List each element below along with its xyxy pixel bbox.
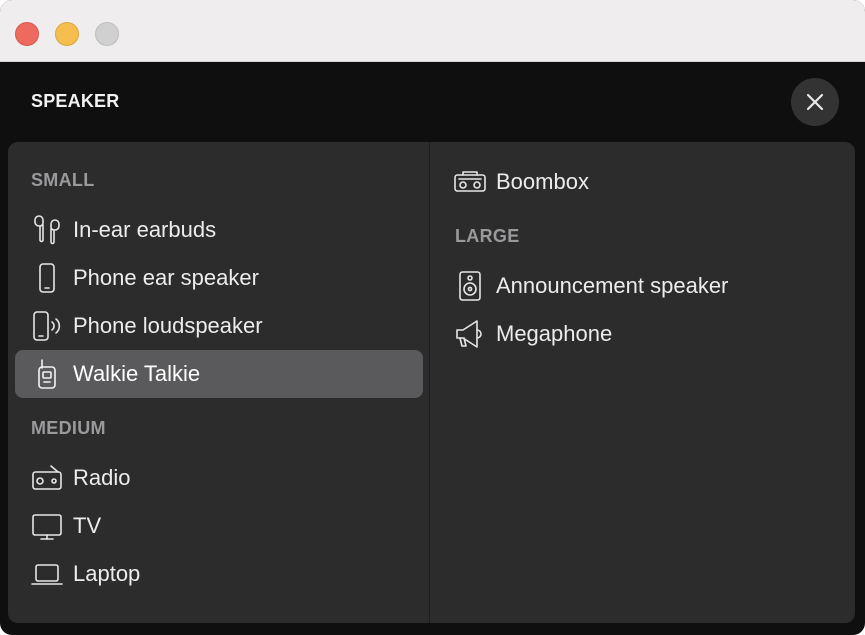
earbuds-icon xyxy=(31,214,63,246)
window-close-button[interactable] xyxy=(15,22,39,46)
list-item-radio[interactable]: Radio xyxy=(15,454,423,502)
list-item-label: Megaphone xyxy=(496,321,613,346)
list-item-label: In-ear earbuds xyxy=(73,217,217,242)
section-title-small: SMALL xyxy=(31,170,95,190)
list-item-boombox[interactable]: Boombox xyxy=(438,158,846,206)
list-item-label: Boombox xyxy=(496,169,589,194)
phone-icon xyxy=(31,262,63,294)
list-item-megaphone[interactable]: Megaphone xyxy=(438,310,846,358)
megaphone-icon xyxy=(454,318,486,350)
list-item-walkie-talkie[interactable]: Walkie Talkie xyxy=(15,350,423,398)
list-item-in-ear-earbuds[interactable]: In-ear earbuds xyxy=(15,206,423,254)
window-minimize-button[interactable] xyxy=(55,22,79,46)
list-item-label: Phone loudspeaker xyxy=(73,313,263,338)
list-item-label: TV xyxy=(73,513,102,538)
tv-icon xyxy=(31,510,63,542)
list-item-announcement-speaker[interactable]: Announcement speaker xyxy=(438,262,846,310)
section-title-large: LARGE xyxy=(455,226,520,246)
walkie-talkie-icon xyxy=(31,358,63,390)
list-item-label: Walkie Talkie xyxy=(73,361,201,386)
list-item-laptop[interactable]: Laptop xyxy=(15,550,423,598)
list-item-label: Radio xyxy=(73,465,131,490)
list-item-phone-loudspeaker[interactable]: Phone loudspeaker xyxy=(15,302,423,350)
speaker-window: SPEAKER SMALL In-ear earbuds Phone ear s… xyxy=(0,0,865,635)
header-title: SPEAKER xyxy=(31,91,120,111)
xmark-icon xyxy=(806,93,824,111)
list-item-label: Phone ear speaker xyxy=(73,265,259,290)
window-maximize-button[interactable] xyxy=(95,22,119,46)
hifi-speaker-icon xyxy=(454,270,486,302)
close-button[interactable] xyxy=(791,78,839,126)
list-item-label: Announcement speaker xyxy=(496,273,729,298)
title-bar xyxy=(0,0,865,62)
list-item-label: Laptop xyxy=(73,561,141,586)
radio-icon xyxy=(31,462,63,494)
list-item-tv[interactable]: TV xyxy=(15,502,423,550)
speaker-list-panel: SMALL In-ear earbuds Phone ear speaker P… xyxy=(8,142,855,623)
header: SPEAKER xyxy=(0,62,865,142)
column-divider xyxy=(429,142,430,623)
boombox-icon xyxy=(454,166,486,198)
list-item-phone-ear-speaker[interactable]: Phone ear speaker xyxy=(15,254,423,302)
section-title-medium: MEDIUM xyxy=(31,418,106,438)
phone-loudspeaker-icon xyxy=(31,310,63,342)
laptop-icon xyxy=(31,558,63,590)
